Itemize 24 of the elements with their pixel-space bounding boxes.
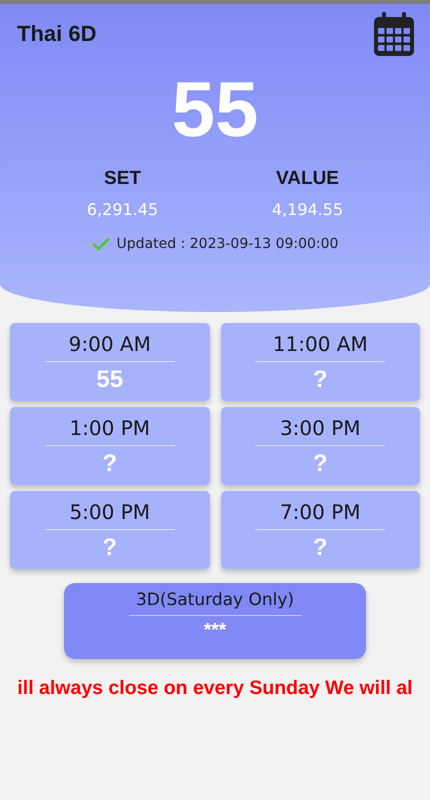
main-number: 55	[172, 70, 258, 148]
draw-time: 3:00 PM	[280, 416, 361, 442]
updated-time: Updated : 2023-09-13 09:00:00	[116, 236, 338, 252]
draw-time: 1:00 PM	[69, 416, 150, 442]
draw-time: 9:00 AM	[68, 332, 151, 358]
app-title: Thai 6D	[17, 21, 96, 47]
stat-value: 6,291.45	[86, 200, 158, 219]
draw-time: 11:00 AM	[272, 332, 368, 358]
draw-result: ?	[312, 366, 328, 394]
notice-ticker: ill always close on every Sunday We will al	[17, 677, 413, 699]
stat-value: 4,194.55	[272, 200, 344, 219]
draw-result: ?	[102, 534, 118, 562]
draw-time: 3D(Saturday Only)	[136, 590, 294, 612]
stat-label: VALUE	[276, 168, 339, 190]
draw-result: ?	[312, 534, 328, 562]
draw-time: 5:00 PM	[69, 500, 150, 526]
draw-result: 55	[96, 366, 124, 394]
draw-result: ?	[102, 450, 118, 478]
calendar-icon[interactable]	[374, 12, 414, 56]
check-icon	[92, 237, 110, 251]
draw-result: ?	[312, 450, 328, 478]
draw-time: 7:00 PM	[280, 500, 361, 526]
draw-result: ***	[204, 620, 226, 642]
stat-label: SET	[104, 168, 141, 190]
